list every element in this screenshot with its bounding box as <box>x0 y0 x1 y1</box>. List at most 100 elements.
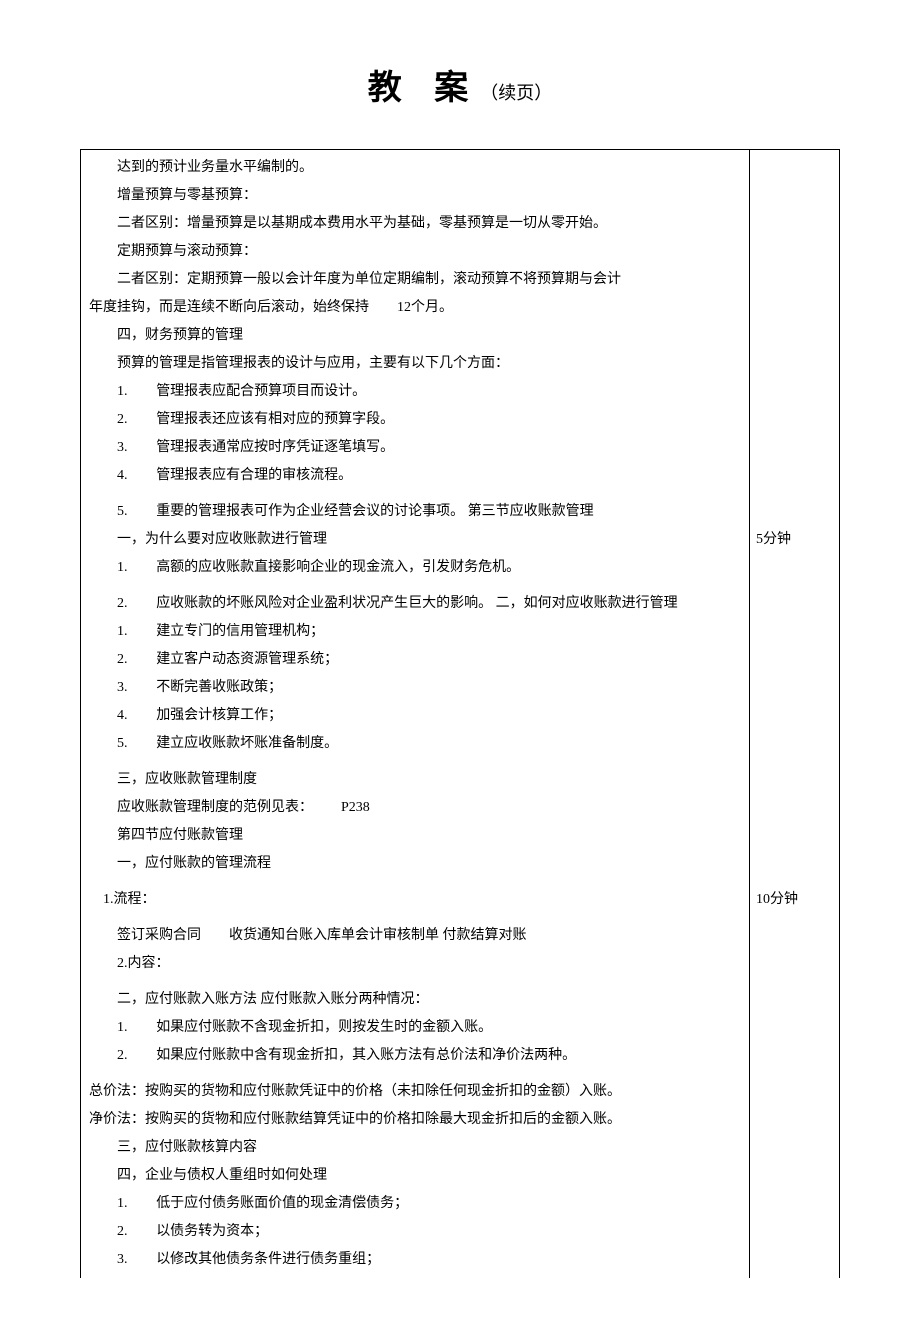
content-line: 增量预算与零基预算： <box>89 182 741 210</box>
content-text: 管理报表应配合预算项目而设计。 <box>156 384 366 399</box>
content-text: 建立应收账款坏账准备制度。 <box>156 736 338 751</box>
list-number: 4. <box>117 702 142 730</box>
content-line: 4. 管理报表应有合理的审核流程。 <box>89 462 741 490</box>
content-line: 签订采购合同 收货通知台账入库单会计审核制单 付款结算对账 <box>89 922 741 950</box>
page-header: 教 案 （续页） <box>0 60 920 109</box>
content-text: 三，应收账款管理制度 <box>117 772 257 787</box>
list-number: 2. <box>117 406 142 434</box>
table-row: 1.流程： 10分钟 <box>81 882 839 918</box>
content-line: 2.内容： <box>89 950 741 978</box>
list-number: 3. <box>117 674 142 702</box>
content-text: 如果应付账款中含有现金折扣，其入账方法有总价法和净价法两种。 <box>156 1048 576 1063</box>
content-line: 1. 管理报表应配合预算项目而设计。 <box>89 378 741 406</box>
content-text: 总价法：按购买的货物和应付账款凭证中的价格（未扣除任何现金折扣的金额）入账。 <box>89 1084 621 1099</box>
list-number: 5. <box>117 730 142 758</box>
content-text: 加强会计核算工作； <box>156 708 282 723</box>
content-text: 三，应付账款核算内容 <box>117 1140 257 1155</box>
content-text: 达到的预计业务量水平编制的。 <box>117 160 313 175</box>
list-number: 3. <box>117 434 142 462</box>
content-text: 预算的管理是指管理报表的设计与应用，主要有以下几个方面： <box>117 356 509 371</box>
content-line: 1. 高额的应收账款直接影响企业的现金流入，引发财务危机。 <box>89 554 741 582</box>
time-cell: 10分钟 <box>749 882 839 918</box>
time-cell <box>749 762 839 882</box>
list-number: 1. <box>117 1014 142 1042</box>
content-cell: 1.流程： <box>81 882 749 918</box>
content-line: 定期预算与滚动预算： <box>89 238 741 266</box>
content-text: 不断完善收账政策； <box>156 680 282 695</box>
content-text: 净价法：按购买的货物和应付账款结算凭证中的价格扣除最大现金折扣后的金额入账。 <box>89 1112 621 1127</box>
content-text: 建立专门的信用管理机构； <box>156 624 324 639</box>
content-text: 以修改其他债务条件进行债务重组； <box>156 1252 380 1267</box>
content-cell: 2. 应收账款的坏账风险对企业盈利状况产生巨大的影响。 二，如何对应收账款进行管… <box>81 586 749 762</box>
content-cell: 5. 重要的管理报表可作为企业经营会议的讨论事项。 第三节应收账款管理一，为什么… <box>81 494 749 586</box>
time-cell <box>749 586 839 762</box>
content-text: 重要的管理报表可作为企业经营会议的讨论事项。 第三节应收账款管理 <box>156 504 594 519</box>
content-text: 管理报表应有合理的审核流程。 <box>156 468 352 483</box>
content-line: 1. 建立专门的信用管理机构； <box>89 618 741 646</box>
content-line: 1. 如果应付账款不含现金折扣，则按发生时的金额入账。 <box>89 1014 741 1042</box>
content-line: 二，应付账款入账方法 应付账款入账分两种情况： <box>89 986 741 1014</box>
time-cell <box>749 1074 839 1278</box>
list-number: 2. <box>117 1042 142 1070</box>
content-table: 达到的预计业务量水平编制的。增量预算与零基预算： 二者区别：增量预算是以基期成本费… <box>80 149 840 1278</box>
page-title-sub: （续页） <box>480 83 552 103</box>
table-row: 2. 应收账款的坏账风险对企业盈利状况产生巨大的影响。 二，如何对应收账款进行管… <box>81 586 839 762</box>
list-number: 1. <box>117 554 142 582</box>
content-line: 1.流程： <box>89 886 741 914</box>
content-line: 二者区别：增量预算是以基期成本费用水平为基础，零基预算是一切从零开始。 <box>89 210 741 238</box>
content-text: 四，财务预算的管理 <box>117 328 243 343</box>
content-text: 如果应付账款不含现金折扣，则按发生时的金额入账。 <box>156 1020 492 1035</box>
content-text: 二者区别：增量预算是以基期成本费用水平为基础，零基预算是一切从零开始。 <box>117 216 607 231</box>
table-row: 三，应收账款管理制度应收账款管理制度的范例见表： P238 第四节应付账款管理一，… <box>81 762 839 882</box>
content-text: 四，企业与债权人重组时如何处理 <box>117 1168 327 1183</box>
page-title-main: 教 案 <box>368 70 481 107</box>
content-text: 应收账款的坏账风险对企业盈利状况产生巨大的影响。 二，如何对应收账款进行管理 <box>156 596 678 611</box>
content-line: 应收账款管理制度的范例见表： P238 <box>89 794 741 822</box>
content-line: 2. 管理报表还应该有相对应的预算字段。 <box>89 406 741 434</box>
list-number: 1. <box>117 1190 142 1218</box>
content-text: 高额的应收账款直接影响企业的现金流入，引发财务危机。 <box>156 560 520 575</box>
content-text: 管理报表还应该有相对应的预算字段。 <box>156 412 394 427</box>
list-number: 2. <box>117 646 142 674</box>
content-line: 三，应付账款核算内容 <box>89 1134 741 1162</box>
content-text: 第四节应付账款管理 <box>117 828 243 843</box>
content-text: 以债务转为资本； <box>156 1224 268 1239</box>
content-cell: 三，应收账款管理制度应收账款管理制度的范例见表： P238 第四节应付账款管理一，… <box>81 762 749 882</box>
content-text: 2.内容： <box>117 956 170 971</box>
content-line: 第四节应付账款管理 <box>89 822 741 850</box>
content-line: 一，应付账款的管理流程 <box>89 850 741 878</box>
content-text: 1.流程： <box>89 892 156 907</box>
content-line: 达到的预计业务量水平编制的。 <box>89 154 741 182</box>
content-line: 2. 应收账款的坏账风险对企业盈利状况产生巨大的影响。 二，如何对应收账款进行管… <box>89 590 741 618</box>
content-text: 应收账款管理制度的范例见表： P238 <box>117 800 370 815</box>
list-number: 2. <box>117 1218 142 1246</box>
table-row: 总价法：按购买的货物和应付账款凭证中的价格（未扣除任何现金折扣的金额）入账。净价… <box>81 1074 839 1278</box>
time-cell: 5分钟 <box>749 494 839 586</box>
content-text: 二者区别：定期预算一般以会计年度为单位定期编制，滚动预算不将预算期与会计 <box>117 272 621 287</box>
content-line: 三，应收账款管理制度 <box>89 766 741 794</box>
time-cell <box>749 150 839 494</box>
content-line: 二者区别：定期预算一般以会计年度为单位定期编制，滚动预算不将预算期与会计 <box>89 266 741 294</box>
list-number: 2. <box>117 590 142 618</box>
content-cell: 达到的预计业务量水平编制的。增量预算与零基预算： 二者区别：增量预算是以基期成本费… <box>81 150 749 494</box>
time-cell <box>749 918 839 982</box>
content-line: 年度挂钩，而是连续不断向后滚动，始终保持 12个月。 <box>89 294 741 322</box>
content-text: 低于应付债务账面价值的现金清偿债务； <box>156 1196 408 1211</box>
content-cell: 二，应付账款入账方法 应付账款入账分两种情况：1. 如果应付账款不含现金折扣，则… <box>81 982 749 1074</box>
content-line: 4. 加强会计核算工作； <box>89 702 741 730</box>
content-text: 一，应付账款的管理流程 <box>117 856 271 871</box>
content-line: 总价法：按购买的货物和应付账款凭证中的价格（未扣除任何现金折扣的金额）入账。 <box>89 1078 741 1106</box>
time-cell <box>749 982 839 1074</box>
content-line: 2. 建立客户动态资源管理系统； <box>89 646 741 674</box>
content-line: 5. 重要的管理报表可作为企业经营会议的讨论事项。 第三节应收账款管理 <box>89 498 741 526</box>
content-line: 净价法：按购买的货物和应付账款结算凭证中的价格扣除最大现金折扣后的金额入账。 <box>89 1106 741 1134</box>
content-line: 2. 以债务转为资本； <box>89 1218 741 1246</box>
table-row: 达到的预计业务量水平编制的。增量预算与零基预算： 二者区别：增量预算是以基期成本费… <box>81 150 839 494</box>
table-row: 签订采购合同 收货通知台账入库单会计审核制单 付款结算对账 2.内容： <box>81 918 839 982</box>
content-line: 3. 以修改其他债务条件进行债务重组； <box>89 1246 741 1274</box>
content-line: 预算的管理是指管理报表的设计与应用，主要有以下几个方面： <box>89 350 741 378</box>
content-text: 定期预算与滚动预算： <box>117 244 257 259</box>
content-text: 建立客户动态资源管理系统； <box>156 652 338 667</box>
table-row: 二，应付账款入账方法 应付账款入账分两种情况：1. 如果应付账款不含现金折扣，则… <box>81 982 839 1074</box>
content-line: 四，财务预算的管理 <box>89 322 741 350</box>
